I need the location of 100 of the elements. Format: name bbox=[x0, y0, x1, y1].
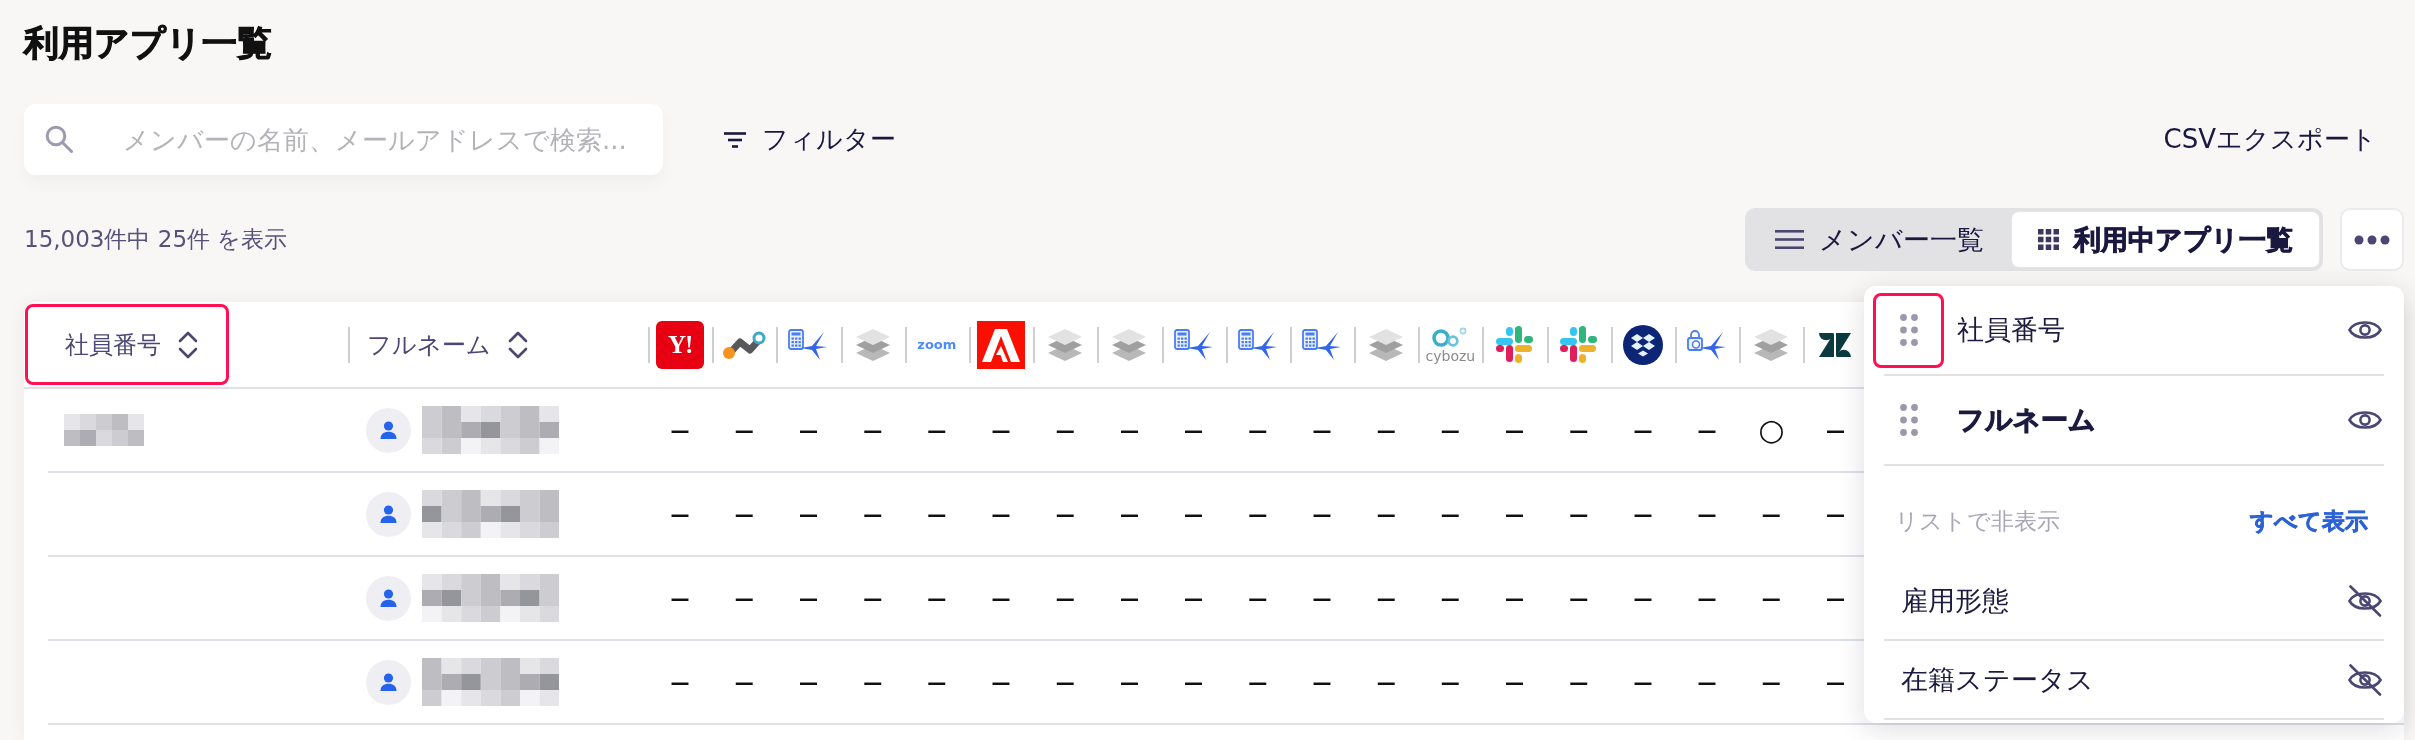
column-header: フルネーム bbox=[367, 329, 491, 361]
eye-off-icon[interactable] bbox=[2348, 584, 2382, 617]
hash-logo-icon bbox=[1494, 324, 1536, 365]
table-cell: — bbox=[1119, 588, 1139, 608]
table-cell: — bbox=[734, 420, 754, 440]
table-cell: — bbox=[1505, 420, 1525, 440]
geometric-logo-icon bbox=[1818, 330, 1853, 359]
table-cell: — bbox=[1761, 504, 1781, 524]
table-cell: — bbox=[1312, 588, 1332, 608]
column-label: 在籍ステータス bbox=[1901, 662, 2094, 697]
table-cell: — bbox=[1055, 420, 1075, 440]
table-cell: — bbox=[1761, 672, 1781, 692]
table-cell: — bbox=[1761, 588, 1781, 608]
table-cell: — bbox=[1312, 504, 1332, 524]
table-cell: — bbox=[1248, 504, 1268, 524]
a-shape-logo-icon bbox=[977, 320, 1026, 369]
view-tab[interactable]: 利用中アプリ一覧 bbox=[2011, 211, 2320, 268]
table-cell: — bbox=[863, 504, 883, 524]
table-cell: — bbox=[1248, 672, 1268, 692]
search-icon bbox=[45, 125, 73, 153]
table-cell: — bbox=[1376, 420, 1396, 440]
eye-icon[interactable] bbox=[2348, 408, 2382, 432]
result-count: 15,003件中 25件 を表示 bbox=[24, 225, 288, 254]
column-label: 社員番号 bbox=[1957, 313, 2065, 347]
table-cell: — bbox=[927, 420, 947, 440]
avatar-icon bbox=[366, 407, 411, 453]
logo-wordmark: zoom bbox=[917, 338, 957, 351]
table-cell: — bbox=[1569, 504, 1589, 524]
table-cell: — bbox=[1569, 672, 1589, 692]
diamond-disc-icon bbox=[1622, 324, 1663, 365]
filter-icon[interactable] bbox=[724, 131, 746, 148]
avatar-icon bbox=[366, 659, 411, 705]
table-cell: — bbox=[991, 672, 1011, 692]
table-cell: — bbox=[670, 672, 690, 692]
layers-icon bbox=[1368, 327, 1405, 362]
table-cell: — bbox=[1505, 504, 1525, 524]
table-cell: — bbox=[1697, 504, 1717, 524]
table-cell: — bbox=[798, 504, 818, 524]
table-cell: — bbox=[1119, 504, 1139, 524]
show-all-link[interactable]: すべて表示 bbox=[2250, 505, 2368, 537]
table-cell: — bbox=[1376, 672, 1396, 692]
drag-handle-icon[interactable] bbox=[1899, 404, 1918, 436]
view-tab[interactable]: メンバー一覧 bbox=[1748, 211, 2011, 268]
table-cell: — bbox=[670, 420, 690, 440]
table-cell: — bbox=[927, 588, 947, 608]
grid-icon bbox=[2038, 229, 2059, 250]
table-cell: — bbox=[1825, 672, 1845, 692]
table-cell: — bbox=[1825, 504, 1845, 524]
table-cell: — bbox=[1312, 420, 1332, 440]
table-cell: — bbox=[927, 672, 947, 692]
table-cell: — bbox=[1633, 420, 1653, 440]
layers-icon bbox=[1111, 327, 1148, 362]
filter-button[interactable]: フィルター bbox=[718, 114, 902, 165]
rings-icon bbox=[1432, 326, 1469, 347]
sort-icon[interactable] bbox=[508, 329, 528, 360]
table-cell: — bbox=[1633, 588, 1653, 608]
table-cell: — bbox=[1697, 672, 1717, 692]
table-cell: — bbox=[670, 504, 690, 524]
table-cell: — bbox=[1119, 672, 1139, 692]
column-header: 社員番号 bbox=[65, 329, 161, 361]
table-cell: — bbox=[1569, 588, 1589, 608]
table-cell: — bbox=[991, 504, 1011, 524]
search-field[interactable]: メンバーの名前、メールアドレスで検索... bbox=[24, 104, 663, 175]
more-icon bbox=[2354, 234, 2390, 245]
export-button[interactable]: CSVエクスポート bbox=[2147, 114, 2393, 165]
table-cell: — bbox=[1055, 504, 1075, 524]
table-cell: — bbox=[1376, 504, 1396, 524]
table-cell: — bbox=[991, 420, 1011, 440]
table-cell: — bbox=[1248, 420, 1268, 440]
table-cell: — bbox=[1248, 588, 1268, 608]
section-label: リストで非表示 bbox=[1895, 506, 2060, 536]
layers-icon bbox=[854, 327, 891, 362]
table-cell: — bbox=[991, 588, 1011, 608]
eye-icon[interactable] bbox=[2348, 318, 2382, 342]
table-cell: — bbox=[1440, 588, 1460, 608]
table-cell: — bbox=[1825, 420, 1845, 440]
drag-handle-icon[interactable] bbox=[1899, 314, 1918, 346]
table-cell: — bbox=[1440, 504, 1460, 524]
table-cell: — bbox=[1569, 420, 1589, 440]
column-label: フルネーム bbox=[1957, 403, 2096, 437]
table-cell: — bbox=[1376, 588, 1396, 608]
table-cell: — bbox=[1184, 588, 1204, 608]
table-cell: ○ bbox=[1758, 415, 1785, 445]
table-cell: — bbox=[1055, 672, 1075, 692]
table-cell: — bbox=[798, 588, 818, 608]
more-button[interactable] bbox=[2340, 208, 2404, 271]
table-cell: — bbox=[1440, 420, 1460, 440]
table-cell: — bbox=[670, 588, 690, 608]
logo-tile: Y! bbox=[656, 320, 705, 369]
table-cell: — bbox=[1055, 588, 1075, 608]
table-cell: — bbox=[1312, 672, 1332, 692]
sort-icon[interactable] bbox=[178, 329, 198, 360]
table-cell: — bbox=[798, 420, 818, 440]
layers-icon bbox=[1753, 327, 1790, 362]
table-cell: — bbox=[863, 420, 883, 440]
eye-off-icon[interactable] bbox=[2348, 663, 2382, 696]
avatar-icon bbox=[366, 491, 411, 537]
table-cell: — bbox=[1440, 672, 1460, 692]
table-cell: — bbox=[1633, 672, 1653, 692]
column-label: 雇用形態 bbox=[1901, 583, 2009, 618]
